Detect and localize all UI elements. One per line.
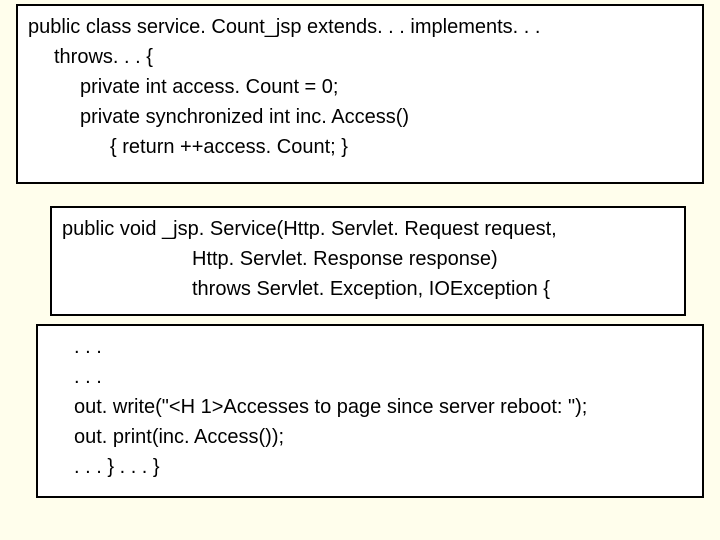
code-line: private int access. Count = 0; bbox=[28, 72, 692, 102]
code-line: out. write("<H 1>Accesses to page since … bbox=[48, 392, 692, 422]
code-line: . . . } . . . } bbox=[48, 452, 692, 482]
code-line: public class service. Count_jsp extends.… bbox=[28, 12, 692, 42]
code-block-method-signature: public void _jsp. Service(Http. Servlet.… bbox=[50, 206, 686, 316]
code-line: out. print(inc. Access()); bbox=[48, 422, 692, 452]
code-line: throws Servlet. Exception, IOException { bbox=[62, 274, 674, 304]
code-line: public void _jsp. Service(Http. Servlet.… bbox=[62, 214, 674, 244]
code-line: Http. Servlet. Response response) bbox=[62, 244, 674, 274]
code-line: private synchronized int inc. Access() bbox=[28, 102, 692, 132]
code-line: { return ++access. Count; } bbox=[28, 132, 692, 162]
code-line: . . . bbox=[48, 332, 692, 362]
code-line: throws. . . { bbox=[28, 42, 692, 72]
code-block-method-body: . . . . . . out. write("<H 1>Accesses to… bbox=[36, 324, 704, 498]
code-line: . . . bbox=[48, 362, 692, 392]
code-block-class-declaration: public class service. Count_jsp extends.… bbox=[16, 4, 704, 184]
